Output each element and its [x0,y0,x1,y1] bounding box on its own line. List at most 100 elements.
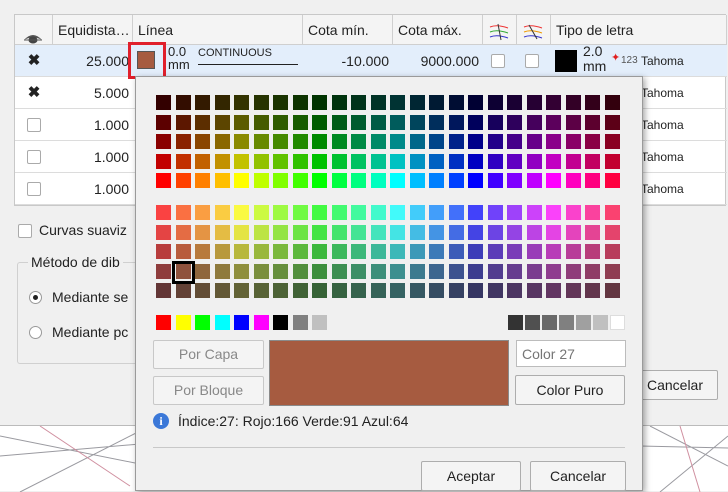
accept-button[interactable]: Aceptar [421,461,521,491]
style-checkbox[interactable] [491,54,505,68]
header-line[interactable]: Línea [133,15,303,45]
color-swatch[interactable] [195,315,210,330]
color-swatch[interactable] [487,263,503,279]
color-swatch[interactable] [448,263,464,279]
color-swatch[interactable] [351,95,366,110]
color-swatch[interactable] [156,283,171,298]
color-swatch[interactable] [409,134,425,149]
color-swatch[interactable] [546,224,561,240]
header-label[interactable] [517,15,551,45]
color-swatch[interactable] [195,224,210,240]
color-swatch[interactable] [526,283,542,298]
color-swatch[interactable] [604,283,620,298]
color-swatch[interactable] [312,95,327,110]
color-swatch[interactable] [253,205,269,220]
color-swatch[interactable] [214,95,230,110]
color-swatch[interactable] [565,134,581,149]
color-swatch[interactable] [273,263,288,279]
color-swatch[interactable] [234,283,249,298]
color-swatch[interactable] [253,153,269,169]
color-swatch[interactable] [234,315,249,330]
color-swatch[interactable] [507,173,522,188]
visible-checkbox[interactable]: ✖ [27,85,41,100]
header-font[interactable]: Tipo de letra [551,15,727,45]
color-swatch[interactable] [546,134,561,149]
color-swatch[interactable] [331,173,347,188]
color-swatch[interactable] [292,263,308,279]
color-swatch[interactable] [312,244,327,259]
header-visible[interactable] [15,15,53,45]
color-swatch[interactable] [292,134,308,149]
color-swatch[interactable] [351,153,366,169]
color-swatch[interactable] [448,205,464,220]
color-swatch[interactable] [331,205,347,220]
color-name-field[interactable] [516,340,626,367]
color-swatch[interactable] [331,263,347,279]
color-swatch[interactable] [507,205,522,220]
color-swatch[interactable] [214,224,230,240]
color-swatch[interactable] [390,95,405,110]
pure-color-button[interactable]: Color Puro [515,375,625,405]
equidistance-value[interactable]: 5.000 [53,77,129,109]
color-swatch[interactable] [312,224,327,240]
color-swatch[interactable] [487,283,503,298]
color-swatch[interactable] [487,114,503,130]
color-swatch[interactable] [448,173,464,188]
linetype-name[interactable]: CONTINUOUS [198,47,272,59]
color-swatch[interactable] [273,95,288,110]
color-swatch[interactable] [253,95,269,110]
equidistance-value[interactable]: 25.000 [53,45,129,77]
color-swatch[interactable] [604,244,620,259]
color-swatch[interactable] [234,153,249,169]
color-swatch[interactable] [468,205,483,220]
color-swatch[interactable] [610,315,625,330]
color-swatch[interactable] [370,173,386,188]
color-swatch[interactable] [585,114,600,130]
color-swatch[interactable] [526,244,542,259]
color-swatch[interactable] [604,114,620,130]
color-swatch[interactable] [273,224,288,240]
color-swatch[interactable] [253,114,269,130]
header-max-elevation[interactable]: Cota máx. [393,15,483,45]
color-swatch[interactable] [526,134,542,149]
color-swatch[interactable] [429,134,444,149]
color-swatch[interactable] [156,315,171,330]
color-swatch[interactable] [273,114,288,130]
color-swatch[interactable] [507,153,522,169]
color-swatch[interactable] [409,224,425,240]
color-swatch[interactable] [565,95,581,110]
font-name[interactable]: Tahoma [641,173,684,205]
color-swatch[interactable] [253,173,269,188]
color-swatch[interactable] [312,153,327,169]
color-swatch[interactable] [351,173,366,188]
color-swatch[interactable] [195,153,210,169]
color-swatch[interactable] [546,205,561,220]
color-swatch[interactable] [312,315,327,330]
color-swatch[interactable] [312,263,327,279]
label-checkbox[interactable] [525,54,539,68]
color-swatch[interactable] [526,95,542,110]
color-swatch[interactable] [565,205,581,220]
color-swatch[interactable] [312,173,327,188]
color-swatch[interactable] [546,95,561,110]
color-swatch[interactable] [175,153,191,169]
color-swatch[interactable] [565,244,581,259]
color-swatch[interactable] [273,315,288,330]
color-swatch[interactable] [292,95,308,110]
color-swatch[interactable] [546,244,561,259]
color-swatch[interactable] [429,173,444,188]
header-equidistance[interactable]: Equidista… [53,15,133,45]
color-swatch[interactable] [156,114,171,130]
color-swatch[interactable] [331,224,347,240]
color-swatch[interactable] [585,153,600,169]
color-swatch[interactable] [546,153,561,169]
color-swatch[interactable] [351,134,366,149]
color-swatch[interactable] [565,173,581,188]
color-swatch[interactable] [409,244,425,259]
color-swatch[interactable] [312,114,327,130]
color-swatch[interactable] [409,95,425,110]
color-swatch[interactable] [156,244,171,259]
color-swatch[interactable] [370,114,386,130]
font-name[interactable]: Tahoma [641,45,684,77]
color-swatch[interactable] [604,205,620,220]
